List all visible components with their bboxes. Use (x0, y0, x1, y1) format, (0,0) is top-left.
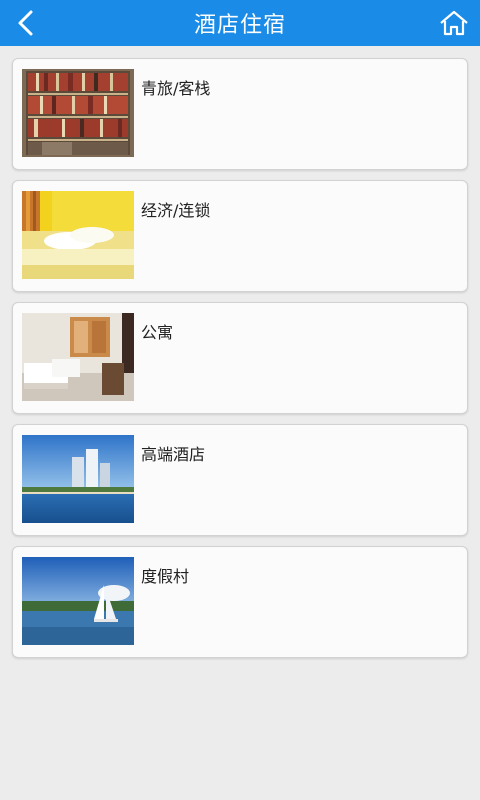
category-label: 经济/连锁 (141, 201, 211, 220)
sailboat-harbor-photo (22, 557, 134, 645)
category-card-budget-chain[interactable]: 经济/连锁 (12, 180, 468, 292)
category-label: 公寓 (141, 323, 174, 342)
top-bar: 酒店住宿 (0, 0, 480, 46)
apartment-room-photo (22, 313, 134, 401)
category-card-resort[interactable]: 度假村 (12, 546, 468, 658)
back-button[interactable] (10, 7, 42, 39)
category-card-luxury-hotel[interactable]: 高端酒店 (12, 424, 468, 536)
category-list: 青旅/客栈 经济/连锁 公寓 高端酒店 度假村 (12, 58, 468, 668)
yellow-bedroom-photo (22, 191, 134, 279)
category-label: 青旅/客栈 (141, 79, 211, 98)
chevron-left-icon (18, 10, 33, 36)
seaside-towers-photo (22, 435, 134, 523)
category-label: 高端酒店 (141, 445, 206, 464)
category-label: 度假村 (141, 567, 190, 586)
bookshelf-photo (22, 69, 134, 157)
home-icon (440, 10, 468, 36)
category-card-hostel[interactable]: 青旅/客栈 (12, 58, 468, 170)
home-button[interactable] (438, 8, 470, 38)
category-card-apartment[interactable]: 公寓 (12, 302, 468, 414)
page-title: 酒店住宿 (193, 13, 286, 38)
